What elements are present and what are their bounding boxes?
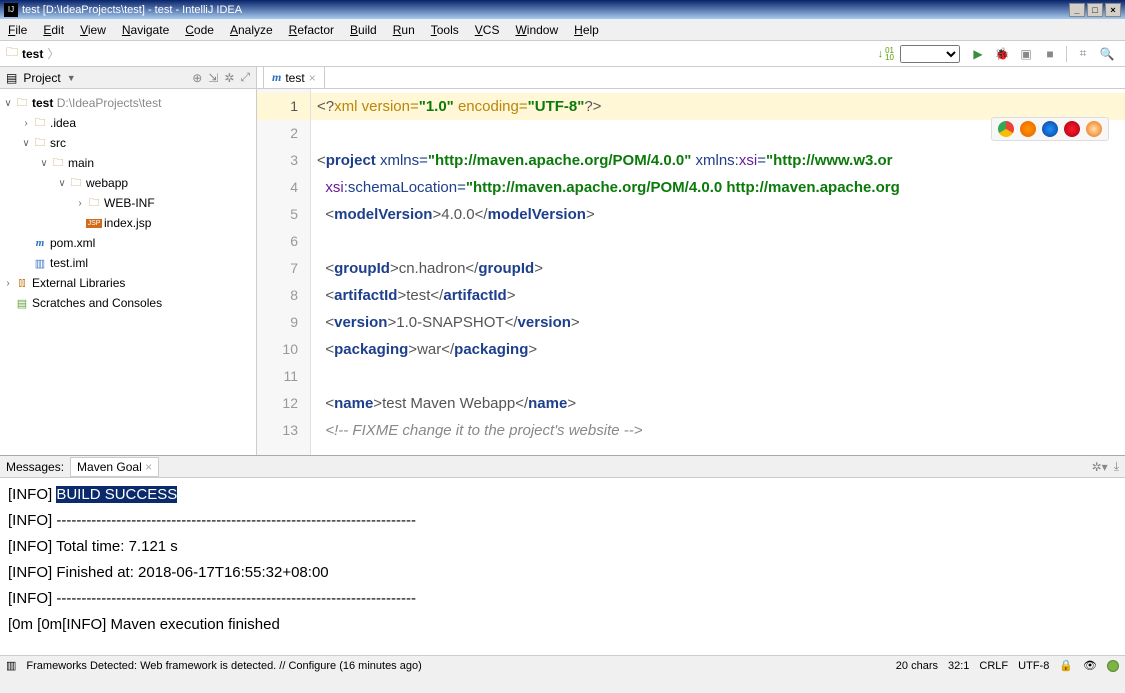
messages-tool-window: Messages: Maven Goal × ✲▾ ⤓ [INFO] BUILD… bbox=[0, 455, 1125, 655]
menu-view[interactable]: View bbox=[72, 21, 114, 39]
editor-content[interactable]: <?xml version="1.0" encoding="UTF-8"?><p… bbox=[311, 89, 1125, 455]
hide-icon[interactable]: ⤓ bbox=[1114, 459, 1119, 474]
tree-root[interactable]: ∨🗀test D:\IdeaProjects\test bbox=[0, 93, 256, 113]
safari-icon[interactable] bbox=[1042, 121, 1058, 137]
settings-gear-icon[interactable]: ✲▾ bbox=[1092, 460, 1108, 474]
search-icon[interactable]: 🔍 bbox=[1099, 46, 1115, 62]
project-pane-title[interactable]: Project bbox=[23, 71, 60, 85]
tree-item-iml[interactable]: ▥test.iml bbox=[0, 253, 256, 273]
chrome-icon[interactable] bbox=[998, 121, 1014, 137]
code-editor[interactable]: 12345678910111213 <?xml version="1.0" en… bbox=[257, 89, 1125, 455]
window-titlebar: IJ test [D:\IdeaProjects\test] - test - … bbox=[0, 0, 1125, 19]
project-pane-header: ▤ Project ▼ ⊕ ⇲ ✲ ⤢ bbox=[0, 67, 256, 89]
status-framework-message[interactable]: Frameworks Detected: Web framework is de… bbox=[26, 660, 421, 672]
menu-vcs[interactable]: VCS bbox=[467, 21, 508, 39]
editor-tab-test[interactable]: m test × bbox=[263, 66, 325, 88]
close-tab-icon[interactable]: × bbox=[309, 71, 316, 85]
messages-output[interactable]: [INFO] BUILD SUCCESS[INFO] -------------… bbox=[0, 478, 1125, 655]
window-title: test [D:\IdeaProjects\test] - test - Int… bbox=[22, 4, 242, 16]
inspector-icon[interactable]: 👁 bbox=[1083, 659, 1097, 672]
menu-code[interactable]: Code bbox=[177, 21, 222, 39]
editor-gutter: 12345678910111213 bbox=[257, 89, 311, 455]
messages-title: Messages: bbox=[6, 460, 64, 474]
menu-bar: FileEditViewNavigateCodeAnalyzeRefactorB… bbox=[0, 19, 1125, 41]
status-bar: ▥ Frameworks Detected: Web framework is … bbox=[0, 655, 1125, 675]
project-tree: ∨🗀test D:\IdeaProjects\test ›🗀.idea ∨🗀sr… bbox=[0, 89, 256, 455]
menu-tools[interactable]: Tools bbox=[423, 21, 467, 39]
opera-icon[interactable] bbox=[1064, 121, 1080, 137]
close-tab-icon[interactable]: × bbox=[145, 460, 152, 474]
status-encoding[interactable]: UTF-8 bbox=[1018, 660, 1049, 672]
close-button[interactable]: × bbox=[1105, 3, 1121, 17]
message-line: [INFO] BUILD SUCCESS bbox=[8, 482, 1117, 508]
menu-analyze[interactable]: Analyze bbox=[222, 21, 281, 39]
message-line: [INFO] ---------------------------------… bbox=[8, 508, 1117, 534]
run-icon[interactable]: ▶ bbox=[970, 46, 986, 62]
message-line: [INFO] ---------------------------------… bbox=[8, 586, 1117, 612]
tree-item-src[interactable]: ∨🗀src bbox=[0, 133, 256, 153]
menu-run[interactable]: Run bbox=[385, 21, 423, 39]
breadcrumb[interactable]: 🗀 test 〉 bbox=[6, 43, 59, 64]
tree-item-main[interactable]: ∨🗀main bbox=[0, 153, 256, 173]
stop-icon[interactable]: ■ bbox=[1042, 46, 1058, 62]
yandex-icon[interactable] bbox=[1086, 121, 1102, 137]
debug-icon[interactable]: 🐞 bbox=[994, 46, 1010, 62]
project-structure-icon[interactable]: ⌗ bbox=[1075, 46, 1091, 62]
maximize-button[interactable]: □ bbox=[1087, 3, 1103, 17]
editor-area: m test × 12345678910111213 <?xml version… bbox=[257, 67, 1125, 455]
run-config-dropdown[interactable] bbox=[900, 45, 960, 63]
locate-icon[interactable]: ⊕ bbox=[192, 71, 202, 85]
coverage-icon[interactable]: ▣ bbox=[1018, 46, 1034, 62]
menu-navigate[interactable]: Navigate bbox=[114, 21, 177, 39]
dropdown-icon[interactable]: ▼ bbox=[67, 73, 76, 83]
status-chars: 20 chars bbox=[896, 660, 938, 672]
maven-icon: m bbox=[272, 70, 281, 85]
settings-gear-icon[interactable]: ✲ bbox=[224, 71, 234, 85]
message-line: [INFO] Finished at: 2018-06-17T16:55:32+… bbox=[8, 560, 1117, 586]
menu-build[interactable]: Build bbox=[342, 21, 385, 39]
hide-icon[interactable]: ⤢ bbox=[240, 70, 250, 85]
menu-edit[interactable]: Edit bbox=[35, 21, 72, 39]
breadcrumb-project: test bbox=[22, 47, 43, 61]
collapse-all-icon[interactable]: ⇲ bbox=[208, 71, 218, 85]
messages-tab-maven-goal[interactable]: Maven Goal × bbox=[70, 457, 159, 477]
menu-help[interactable]: Help bbox=[566, 21, 607, 39]
navigation-bar: 🗀 test 〉 ↓0110 ▶ 🐞 ▣ ■ ⌗ 🔍 bbox=[0, 41, 1125, 67]
tree-item-indexjsp[interactable]: JSPindex.jsp bbox=[0, 213, 256, 233]
menu-refactor[interactable]: Refactor bbox=[281, 21, 342, 39]
editor-tab-label: test bbox=[285, 71, 304, 85]
folder-icon: 🗀 bbox=[6, 43, 18, 64]
tree-item-scratches[interactable]: ▤Scratches and Consoles bbox=[0, 293, 256, 313]
tree-item-pom[interactable]: mpom.xml bbox=[0, 233, 256, 253]
browser-icons-popup bbox=[991, 117, 1109, 141]
tree-item-external-libraries[interactable]: ›⫾⫾External Libraries bbox=[0, 273, 256, 293]
tree-item-webapp[interactable]: ∨🗀webapp bbox=[0, 173, 256, 193]
minimize-button[interactable]: _ bbox=[1069, 3, 1085, 17]
message-line: [INFO] Total time: 7.121 s bbox=[8, 534, 1117, 560]
tree-item-idea[interactable]: ›🗀.idea bbox=[0, 113, 256, 133]
status-position[interactable]: 32:1 bbox=[948, 660, 969, 672]
chevron-right-icon: 〉 bbox=[47, 45, 59, 62]
status-icon[interactable]: ▥ bbox=[6, 659, 16, 672]
download-indicator-icon[interactable]: ↓0110 bbox=[878, 47, 894, 61]
message-line: [0m [0m[INFO] Maven execution finished bbox=[8, 612, 1117, 638]
app-icon: IJ bbox=[4, 3, 18, 17]
project-view-icon: ▤ bbox=[6, 71, 17, 85]
tree-item-webinf[interactable]: ›🗀WEB-INF bbox=[0, 193, 256, 213]
menu-file[interactable]: File bbox=[0, 21, 35, 39]
firefox-icon[interactable] bbox=[1020, 121, 1036, 137]
status-line-separator[interactable]: CRLF bbox=[979, 660, 1008, 672]
lock-icon[interactable]: 🔒 bbox=[1059, 659, 1073, 672]
messages-header: Messages: Maven Goal × ✲▾ ⤓ bbox=[0, 456, 1125, 478]
project-tool-window: ▤ Project ▼ ⊕ ⇲ ✲ ⤢ ∨🗀test D:\IdeaProjec… bbox=[0, 67, 257, 455]
menu-window[interactable]: Window bbox=[507, 21, 566, 39]
status-indicator-icon[interactable] bbox=[1107, 660, 1119, 672]
editor-tabs: m test × bbox=[257, 67, 1125, 89]
